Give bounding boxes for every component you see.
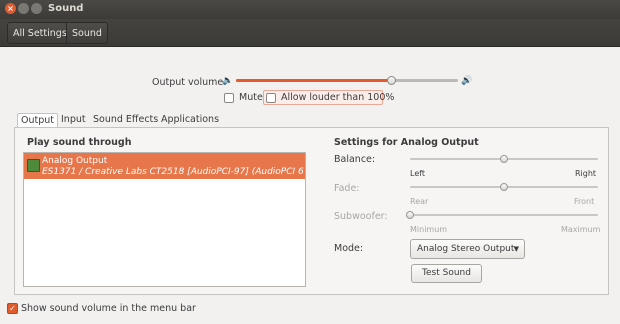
fade-knob bbox=[500, 183, 508, 191]
output-device-list[interactable]: Analog Output ES1371 / Creative Labs CT2… bbox=[23, 152, 306, 287]
speaker-low-icon: 🔈 bbox=[222, 76, 234, 86]
tab-input[interactable]: Input bbox=[58, 113, 89, 128]
window-title: Sound bbox=[48, 3, 84, 14]
volume-knob[interactable] bbox=[387, 76, 397, 85]
subwoofer-maximum-label: Maximum bbox=[561, 225, 601, 234]
toolbar: All Settings Sound bbox=[0, 19, 620, 47]
volume-fill bbox=[236, 79, 392, 82]
fade-rear-label: Rear bbox=[410, 197, 429, 206]
fade-label: Fade: bbox=[334, 183, 360, 194]
mode-value: Analog Stereo Output bbox=[417, 244, 515, 254]
subwoofer-slider bbox=[406, 211, 598, 219]
sound-breadcrumb[interactable]: Sound bbox=[66, 22, 108, 44]
menubar-checkbox[interactable]: ✓ bbox=[7, 303, 18, 314]
tab-sound-effects[interactable]: Sound Effects bbox=[90, 113, 161, 128]
minimize-icon[interactable] bbox=[18, 3, 29, 14]
subwoofer-label: Subwoofer: bbox=[334, 211, 388, 222]
menubar-label: Show sound volume in the menu bar bbox=[21, 303, 196, 314]
fade-front-label: Front bbox=[574, 197, 595, 206]
balance-right-label: Right bbox=[575, 169, 597, 178]
device-description: ES1371 / Creative Labs CT2518 [AudioPCI-… bbox=[42, 167, 304, 177]
close-icon[interactable]: × bbox=[5, 3, 16, 14]
output-volume-label: Output volume: bbox=[152, 77, 227, 88]
all-settings-button[interactable]: All Settings bbox=[7, 22, 73, 44]
allow-louder-checkbox[interactable] bbox=[266, 93, 276, 103]
balance-left-label: Left bbox=[410, 169, 426, 178]
output-volume-slider[interactable] bbox=[236, 76, 458, 85]
balance-slider[interactable] bbox=[410, 155, 598, 163]
speaker-high-icon: 🔊 bbox=[461, 76, 473, 86]
settings-heading: Settings for Analog Output bbox=[334, 137, 479, 148]
maximize-icon[interactable] bbox=[31, 3, 42, 14]
fade-slider bbox=[410, 183, 598, 191]
balance-label: Balance: bbox=[334, 154, 376, 165]
mute-checkbox[interactable] bbox=[224, 93, 234, 103]
list-item[interactable]: Analog Output ES1371 / Creative Labs CT2… bbox=[24, 153, 305, 179]
tab-applications[interactable]: Applications bbox=[158, 113, 222, 128]
sound-card-icon bbox=[27, 159, 40, 172]
play-sound-through-heading: Play sound through bbox=[27, 137, 132, 148]
mode-dropdown[interactable]: Analog Stereo Output ▼ bbox=[410, 239, 525, 259]
balance-knob[interactable] bbox=[500, 155, 508, 163]
tab-output[interactable]: Output bbox=[17, 113, 58, 128]
allow-louder-label: Allow louder than 100% bbox=[281, 92, 395, 103]
title-bar: × Sound bbox=[0, 0, 620, 19]
test-sound-button[interactable]: Test Sound bbox=[411, 264, 482, 283]
subwoofer-knob bbox=[406, 211, 414, 219]
mode-label: Mode: bbox=[334, 243, 364, 254]
subwoofer-minimum-label: Minimum bbox=[410, 225, 448, 234]
mute-label: Mute bbox=[239, 92, 263, 103]
chevron-down-icon: ▼ bbox=[513, 245, 519, 253]
device-name: Analog Output bbox=[42, 156, 108, 166]
